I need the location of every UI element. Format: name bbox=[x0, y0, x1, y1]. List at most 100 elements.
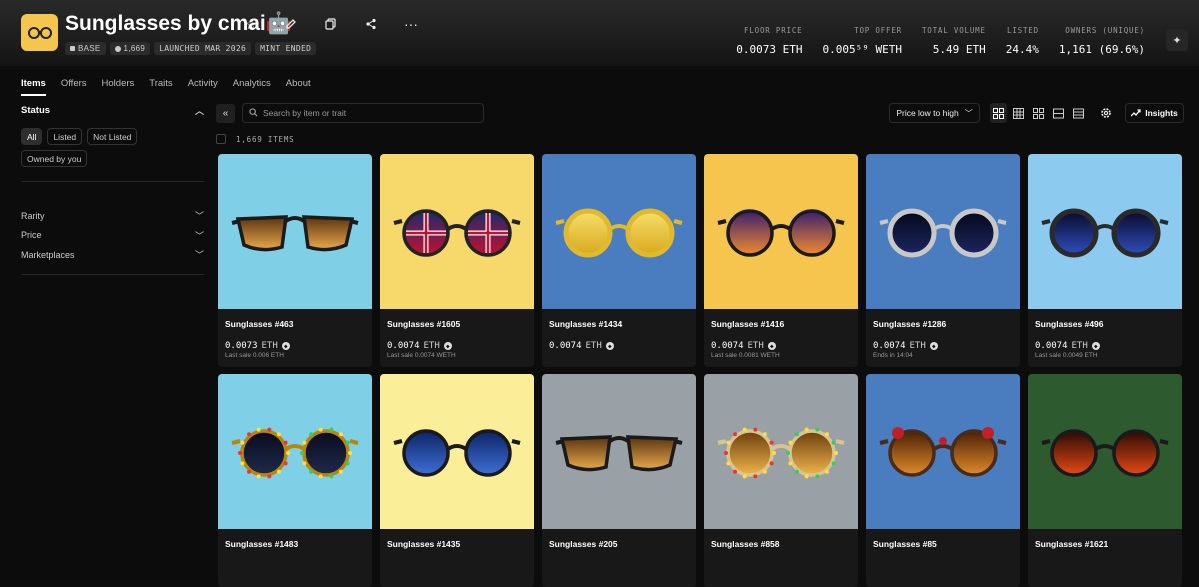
base-chain-icon bbox=[70, 46, 75, 51]
item-card[interactable]: Sunglasses #205 bbox=[542, 374, 696, 587]
tab-holders[interactable]: Holders bbox=[102, 78, 135, 96]
item-name[interactable]: Sunglasses #1416 bbox=[711, 319, 851, 329]
item-card[interactable]: Sunglasses #496 0.0074 ETH ◆ Last sale 0.004… bbox=[1028, 154, 1182, 367]
item-price: 0.0074 ETH ◆ bbox=[1035, 341, 1175, 351]
eth-icon: ◆ bbox=[1091, 342, 1100, 350]
item-name[interactable]: Sunglasses #1434 bbox=[549, 319, 689, 329]
status-section-header[interactable]: Status ︿ bbox=[21, 100, 204, 120]
tab-items[interactable]: Items bbox=[21, 78, 46, 96]
item-image[interactable] bbox=[704, 154, 858, 309]
settings-gear-icon[interactable] bbox=[1096, 103, 1116, 123]
edit-icon[interactable] bbox=[282, 15, 300, 33]
item-card[interactable]: Sunglasses #858 bbox=[704, 374, 858, 587]
stat-owners: OWNERS (UNIQUE) 1,161 (69.6%) bbox=[1058, 26, 1145, 56]
stat-top-offer: TOP OFFER 0.005⁵⁹ WETH bbox=[822, 26, 902, 56]
filter-owned-by-you[interactable]: Owned by you bbox=[21, 150, 88, 167]
eth-icon: ◆ bbox=[443, 342, 452, 350]
sunglasses-artwork bbox=[717, 427, 845, 478]
item-name[interactable]: Sunglasses #463 bbox=[225, 319, 365, 329]
item-card[interactable]: Sunglasses #1286 0.0074 ETH ◆ Ends in 14:04 bbox=[866, 154, 1020, 367]
divider bbox=[21, 181, 204, 182]
tab-about[interactable]: About bbox=[286, 78, 311, 96]
item-image[interactable] bbox=[704, 374, 858, 529]
chevron-down-icon: ﹀ bbox=[194, 230, 204, 241]
search-input[interactable] bbox=[263, 108, 463, 118]
sunglasses-artwork bbox=[555, 434, 683, 471]
item-price: 0.0074 ETH ◆ bbox=[387, 341, 527, 351]
item-image[interactable] bbox=[380, 374, 534, 529]
item-name[interactable]: Sunglasses #1286 bbox=[873, 319, 1013, 329]
item-name[interactable]: Sunglasses #1605 bbox=[387, 319, 527, 329]
list-view-icon[interactable] bbox=[1050, 103, 1067, 123]
price-unit: ETH bbox=[1071, 341, 1088, 351]
item-subtext: Ends in 14:04 bbox=[873, 352, 913, 359]
item-image[interactable] bbox=[542, 374, 696, 529]
copy-icon[interactable] bbox=[322, 15, 340, 33]
tab-traits[interactable]: Traits bbox=[149, 78, 172, 96]
sunglasses-artwork bbox=[393, 208, 521, 257]
table-view-icon[interactable] bbox=[1070, 103, 1087, 123]
more-icon[interactable]: ··· bbox=[402, 15, 420, 33]
item-image[interactable] bbox=[218, 154, 372, 309]
medium-grid-view-icon[interactable] bbox=[1010, 103, 1027, 123]
item-image[interactable] bbox=[866, 154, 1020, 309]
items-stack-icon bbox=[114, 45, 121, 52]
insights-button[interactable]: Insights bbox=[1125, 103, 1184, 123]
item-subtext: Last sale 0.006 ETH bbox=[225, 352, 284, 359]
divider bbox=[21, 273, 204, 275]
item-image[interactable] bbox=[866, 374, 1020, 529]
filter-section-rarity[interactable]: Rarity ﹀ bbox=[21, 206, 204, 226]
filter-listed[interactable]: Listed bbox=[47, 128, 83, 145]
item-price: 0.0073 ETH ◆ bbox=[225, 341, 365, 351]
item-image[interactable] bbox=[1028, 374, 1182, 529]
chevron-down-icon: ﹀ bbox=[964, 108, 973, 118]
item-name[interactable]: Sunglasses #205 bbox=[549, 539, 689, 549]
small-grid-view-icon[interactable] bbox=[1030, 103, 1047, 123]
tab-activity[interactable]: Activity bbox=[188, 78, 218, 96]
tab-offers[interactable]: Offers bbox=[61, 78, 87, 96]
item-name[interactable]: Sunglasses #1621 bbox=[1035, 539, 1175, 549]
stat-listed: LISTED 24.4% bbox=[1005, 26, 1039, 56]
item-card[interactable]: Sunglasses #85 bbox=[866, 374, 1020, 587]
item-image[interactable] bbox=[1028, 154, 1182, 309]
sparkle-icon[interactable]: ✦ bbox=[1166, 29, 1188, 51]
star-icon[interactable]: ☆ bbox=[242, 15, 260, 33]
item-card[interactable]: Sunglasses #1434 0.0074 ETH ◆ bbox=[542, 154, 696, 367]
share-icon[interactable] bbox=[362, 15, 380, 33]
large-grid-view-icon[interactable] bbox=[990, 103, 1007, 123]
tab-analytics[interactable]: Analytics bbox=[233, 78, 271, 96]
price-value: 0.0073 bbox=[225, 341, 258, 351]
sort-dropdown[interactable]: Price low to high ﹀ bbox=[889, 103, 980, 123]
item-image[interactable] bbox=[542, 154, 696, 309]
filter-all[interactable]: All bbox=[21, 128, 43, 145]
collapse-sidebar-button[interactable]: « bbox=[216, 104, 235, 123]
collection-meta: BASE 1,669 LAUNCHED MAR 2026 MINT ENDED bbox=[65, 42, 317, 55]
search-box[interactable] bbox=[242, 103, 484, 123]
item-card[interactable]: Sunglasses #1435 bbox=[380, 374, 534, 587]
sunglasses-artwork bbox=[231, 214, 359, 251]
sunglasses-artwork bbox=[879, 426, 1007, 477]
item-name[interactable]: Sunglasses #1483 bbox=[225, 539, 365, 549]
collection-stats: FLOOR PRICE 0.0073 ETH TOP OFFER 0.005⁵⁹… bbox=[736, 26, 1145, 56]
item-card[interactable]: Sunglasses #1483 bbox=[218, 374, 372, 587]
price-value: 0.0074 bbox=[549, 341, 582, 351]
sunglasses-artwork bbox=[1041, 208, 1169, 257]
item-card[interactable]: Sunglasses #1621 bbox=[1028, 374, 1182, 587]
price-value: 0.0074 bbox=[873, 341, 906, 351]
item-image[interactable] bbox=[218, 374, 372, 529]
select-all-checkbox[interactable] bbox=[216, 134, 226, 144]
item-card[interactable]: Sunglasses #1416 0.0074 ETH ◆ Last sale 0.00… bbox=[704, 154, 858, 367]
filter-section-price[interactable]: Price ﹀ bbox=[21, 226, 204, 246]
filter-section-marketplaces[interactable]: Marketplaces ﹀ bbox=[21, 245, 204, 265]
item-name[interactable]: Sunglasses #1435 bbox=[387, 539, 527, 549]
item-card[interactable]: Sunglasses #463 0.0073 ETH ◆ Last sale 0.006… bbox=[218, 154, 372, 367]
item-name[interactable]: Sunglasses #858 bbox=[711, 539, 851, 549]
item-name[interactable]: Sunglasses #496 bbox=[1035, 319, 1175, 329]
price-unit: ETH bbox=[585, 341, 602, 351]
sunglasses-artwork bbox=[555, 208, 683, 257]
item-card[interactable]: Sunglasses #1605 0.0074 ETH ◆ Last sale 0.00… bbox=[380, 154, 534, 367]
filter-not-listed[interactable]: Not Listed bbox=[87, 128, 138, 145]
item-name[interactable]: Sunglasses #85 bbox=[873, 539, 1013, 549]
item-image[interactable] bbox=[380, 154, 534, 309]
item-grid: Sunglasses #463 0.0073 ETH ◆ Last sale 0.006… bbox=[218, 154, 1182, 587]
